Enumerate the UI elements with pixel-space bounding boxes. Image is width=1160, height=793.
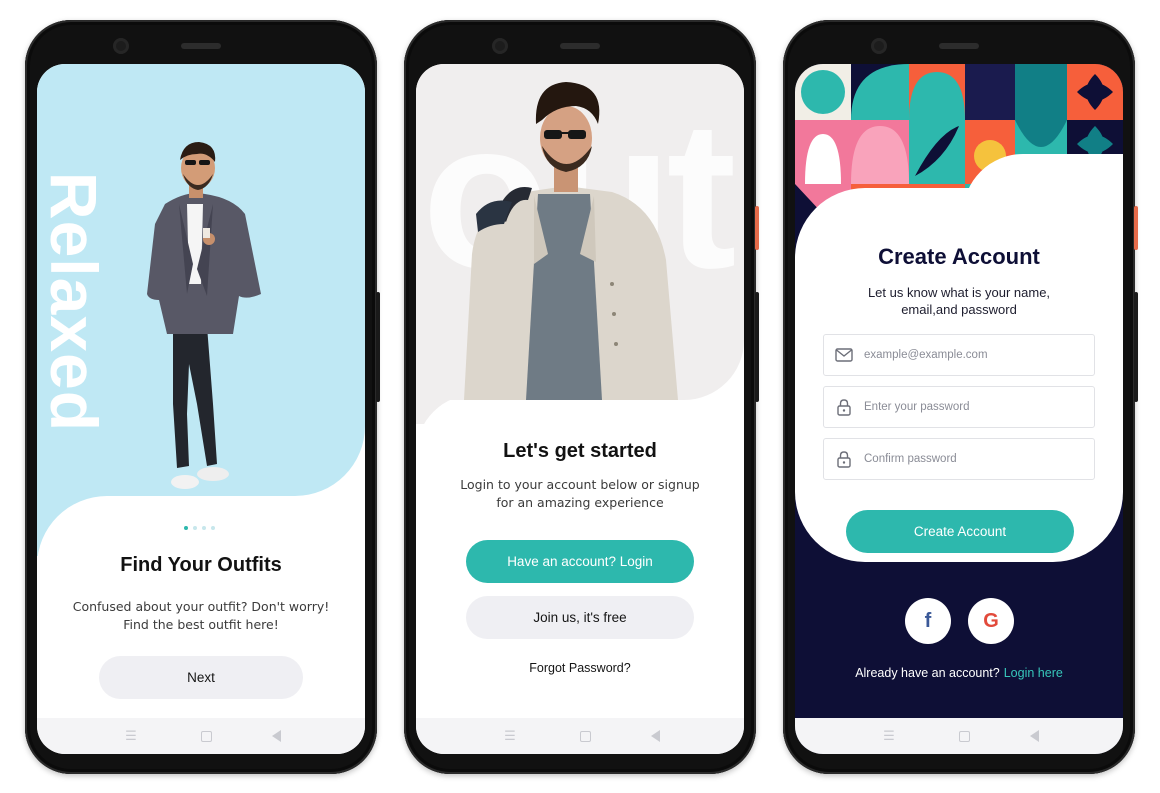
forgot-password-link[interactable]: Forgot Password?: [416, 661, 744, 675]
menu-icon[interactable]: ☰: [500, 728, 520, 744]
power-button: [1134, 292, 1138, 402]
google-icon: G: [983, 609, 999, 632]
phone-create-account: Create Account Let us know what is your …: [783, 20, 1138, 774]
android-nav-bar: ☰: [416, 718, 744, 754]
menu-icon[interactable]: ☰: [121, 728, 141, 744]
back-icon[interactable]: [272, 730, 281, 742]
back-icon[interactable]: [651, 730, 660, 742]
create-account-title: Create Account: [878, 244, 1040, 269]
model-photo: [147, 142, 261, 489]
earpiece: [560, 43, 600, 49]
get-started-description-line2: for an amazing experience: [496, 495, 664, 510]
front-camera: [492, 38, 508, 54]
password-input[interactable]: [864, 401, 1084, 413]
confirm-password-input[interactable]: [864, 453, 1084, 465]
front-camera: [871, 38, 887, 54]
onboarding-title: Find Your Outfits: [120, 554, 282, 576]
hero-banner: Relaxed: [37, 64, 365, 496]
next-button[interactable]: Next: [99, 656, 303, 699]
create-account-card: Create Account Let us know what is your …: [795, 188, 1123, 562]
google-login-button[interactable]: G: [968, 598, 1014, 644]
home-icon[interactable]: [201, 730, 212, 742]
login-here-link[interactable]: Login here: [1004, 666, 1063, 680]
lock-icon: [824, 398, 864, 416]
onboarding-description-line2: Find the best outfit here!: [123, 617, 279, 632]
pager-dot: [211, 526, 215, 530]
create-account-screen: Create Account Let us know what is your …: [795, 64, 1123, 754]
create-account-description-line2: email,and password: [901, 302, 1017, 317]
confirm-password-field[interactable]: [823, 438, 1095, 480]
onboarding-screen: Relaxed Find Your Outfits Confused about…: [37, 64, 365, 754]
power-button: [376, 292, 380, 402]
volume-button: [1134, 206, 1138, 250]
join-button[interactable]: Join us, it's free: [466, 596, 694, 639]
login-prompt: Already have an account? Login here: [795, 666, 1123, 680]
get-started-description-line1: Login to your account below or signup: [460, 477, 700, 492]
login-button[interactable]: Have an account? Login: [466, 540, 694, 583]
create-account-button[interactable]: Create Account: [846, 510, 1074, 553]
pager-dot: [202, 526, 206, 530]
login-prompt-text: Already have an account?: [855, 666, 1000, 680]
volume-button: [755, 206, 759, 250]
phone-get-started: out Le: [404, 20, 759, 774]
android-nav-bar: ☰: [795, 718, 1123, 754]
password-field[interactable]: [823, 386, 1095, 428]
lock-icon: [824, 450, 864, 468]
earpiece: [181, 43, 221, 49]
front-camera: [113, 38, 129, 54]
create-account-description-line1: Let us know what is your name,: [867, 285, 1051, 300]
hero-banner: out: [416, 64, 744, 400]
pager-dot-active: [184, 526, 188, 530]
get-started-title: Let's get started: [503, 440, 657, 462]
power-button: [755, 292, 759, 402]
android-nav-bar: ☰: [37, 718, 365, 754]
home-icon[interactable]: [959, 730, 970, 742]
menu-icon[interactable]: ☰: [879, 728, 899, 744]
model-photo: [464, 82, 678, 400]
earpiece: [939, 43, 979, 49]
email-input[interactable]: [864, 349, 1084, 361]
back-icon[interactable]: [1030, 730, 1039, 742]
home-icon[interactable]: [580, 730, 591, 742]
facebook-login-button[interactable]: f: [905, 598, 951, 644]
pager-dots: [184, 526, 215, 530]
onboarding-description-line1: Confused about your outfit? Don't worry!: [72, 599, 330, 614]
phone-onboarding: Relaxed Find Your Outfits Confused about…: [25, 20, 380, 774]
facebook-icon: f: [924, 609, 932, 632]
mail-icon: [824, 348, 864, 362]
email-field[interactable]: [823, 334, 1095, 376]
pager-dot: [193, 526, 197, 530]
get-started-screen: out Le: [416, 64, 744, 754]
